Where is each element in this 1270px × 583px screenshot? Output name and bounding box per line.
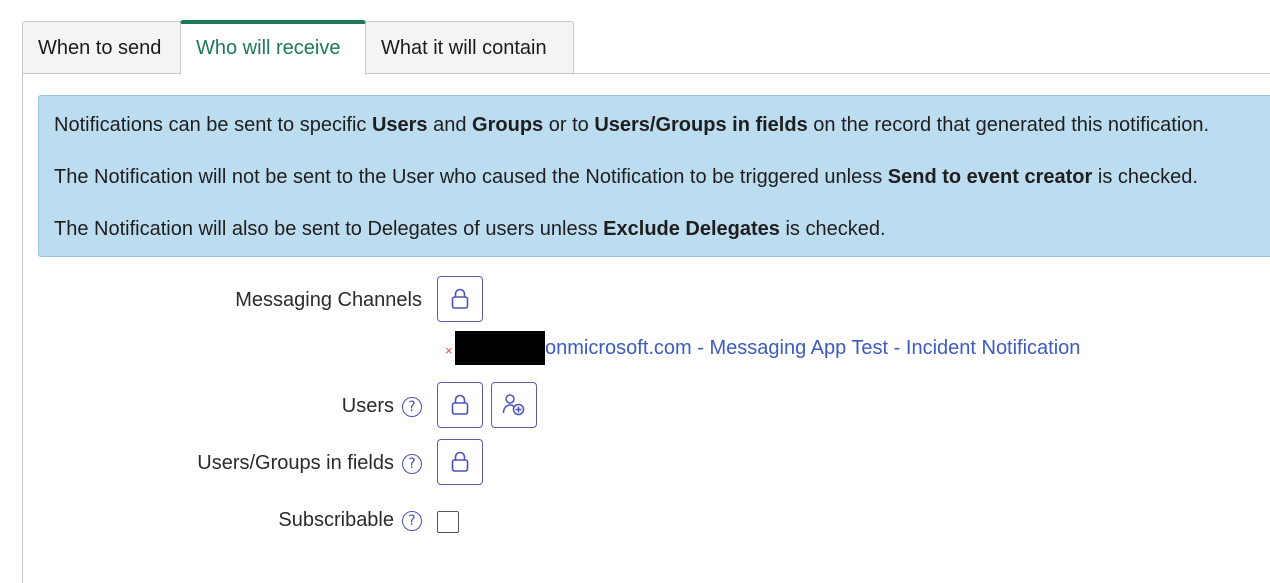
redacted-block <box>455 331 545 365</box>
add-user-icon <box>502 394 525 416</box>
help-icon[interactable]: ? <box>402 453 422 474</box>
users-groups-in-fields-label: Users/Groups in fields ? <box>197 452 422 475</box>
users-label: Users ? <box>342 395 422 418</box>
tab-who-will-receive[interactable]: Who will receive <box>180 20 366 75</box>
lock-icon <box>451 451 469 472</box>
info-line-1: Notifications can be sent to specific Us… <box>54 114 1210 136</box>
messaging-channels-lock-button[interactable] <box>437 276 483 322</box>
tab-when-to-send[interactable]: When to send <box>22 21 181 73</box>
help-icon[interactable]: ? <box>402 396 422 417</box>
add-user-button[interactable] <box>491 382 537 428</box>
subscribable-checkbox[interactable] <box>437 511 459 533</box>
lock-icon <box>451 394 469 415</box>
users-groups-lock-button[interactable] <box>437 439 483 485</box>
messaging-channels-label: Messaging Channels <box>235 289 422 311</box>
remove-channel-icon[interactable]: × <box>445 343 453 358</box>
info-line-2: The Notification will not be sent to the… <box>54 166 1198 188</box>
info-line-3: The Notification will also be sent to De… <box>54 218 886 240</box>
subscribable-label: Subscribable ? <box>278 509 422 532</box>
info-message: Notifications can be sent to specific Us… <box>38 95 1270 257</box>
lock-icon <box>451 288 469 309</box>
users-lock-button[interactable] <box>437 382 483 428</box>
tab-what-it-will-contain[interactable]: What it will contain <box>365 21 574 73</box>
messaging-channel-link[interactable]: onmicrosoft.com - Messaging App Test - I… <box>545 337 1080 360</box>
help-icon[interactable]: ? <box>402 510 422 531</box>
